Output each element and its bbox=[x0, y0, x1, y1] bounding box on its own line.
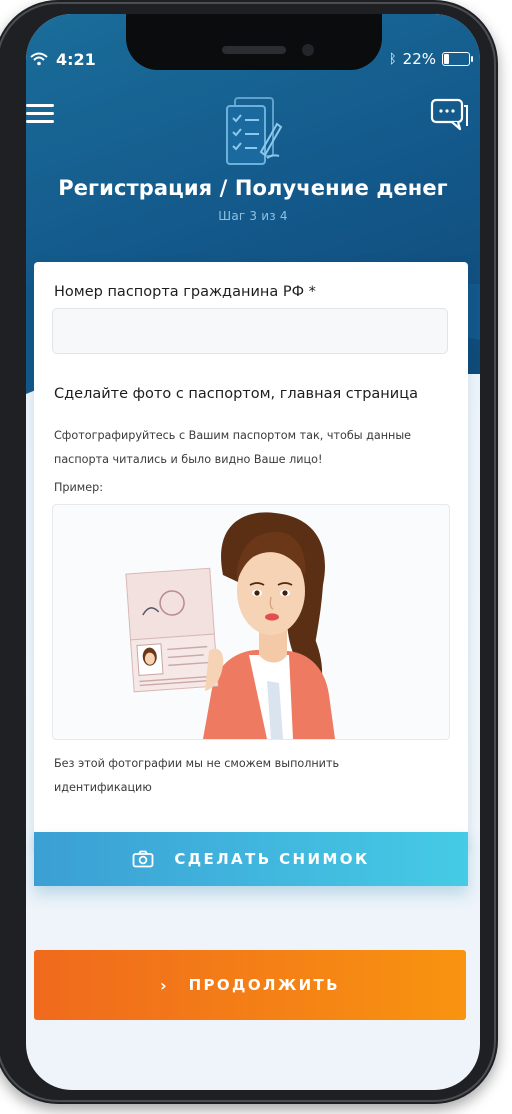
take-photo-label: СДЕЛАТЬ СНИМОК bbox=[174, 850, 370, 868]
chat-bubble-icon[interactable] bbox=[430, 98, 470, 132]
status-battery-area: ᛒ 22% bbox=[388, 50, 473, 68]
hamburger-menu-icon[interactable] bbox=[26, 102, 56, 124]
woman-with-passport-illustration bbox=[125, 512, 335, 739]
phone-notch bbox=[126, 14, 382, 70]
passport-label: Номер паспорта гражданина РФ * bbox=[54, 284, 316, 300]
identification-warning: Без этой фотографии мы не сможем выполни… bbox=[54, 757, 340, 794]
form-card: Номер паспорта гражданина РФ * Сделайте … bbox=[34, 262, 468, 850]
form-document-icon bbox=[226, 97, 283, 165]
phone-speaker bbox=[222, 46, 286, 54]
battery-icon bbox=[442, 52, 473, 66]
page-title: Регистрация / Получение денег bbox=[58, 176, 448, 200]
example-label: Пример: bbox=[54, 481, 103, 494]
bluetooth-icon: ᛒ bbox=[388, 51, 397, 67]
wifi-icon bbox=[30, 52, 48, 66]
phone-camera bbox=[302, 44, 314, 56]
camera-icon bbox=[132, 850, 154, 868]
take-photo-button[interactable]: СДЕЛАТЬ СНИМОК bbox=[34, 832, 468, 886]
app-screen: 4:21 ᛒ 22% Регистрация / Получение денег… bbox=[26, 14, 480, 1090]
example-photo bbox=[52, 504, 450, 740]
phone-frame: 4:21 ᛒ 22% Регистрация / Получение денег… bbox=[0, 0, 498, 1104]
battery-fill bbox=[444, 54, 449, 64]
photo-instruction: Сфотографируйтесь с Вашим паспортом так,… bbox=[54, 429, 412, 466]
status-time: 4:21 bbox=[56, 50, 96, 69]
photo-section-title: Сделайте фото с паспортом, главная стран… bbox=[54, 386, 418, 402]
chevron-right-icon: › bbox=[159, 975, 167, 995]
battery-percent: 22% bbox=[402, 50, 436, 68]
continue-button[interactable]: › ПРОДОЛЖИТЬ bbox=[34, 950, 466, 1020]
continue-label: ПРОДОЛЖИТЬ bbox=[188, 976, 341, 994]
step-indicator: Шаг 3 из 4 bbox=[218, 209, 288, 223]
passport-number-input[interactable] bbox=[52, 308, 448, 354]
